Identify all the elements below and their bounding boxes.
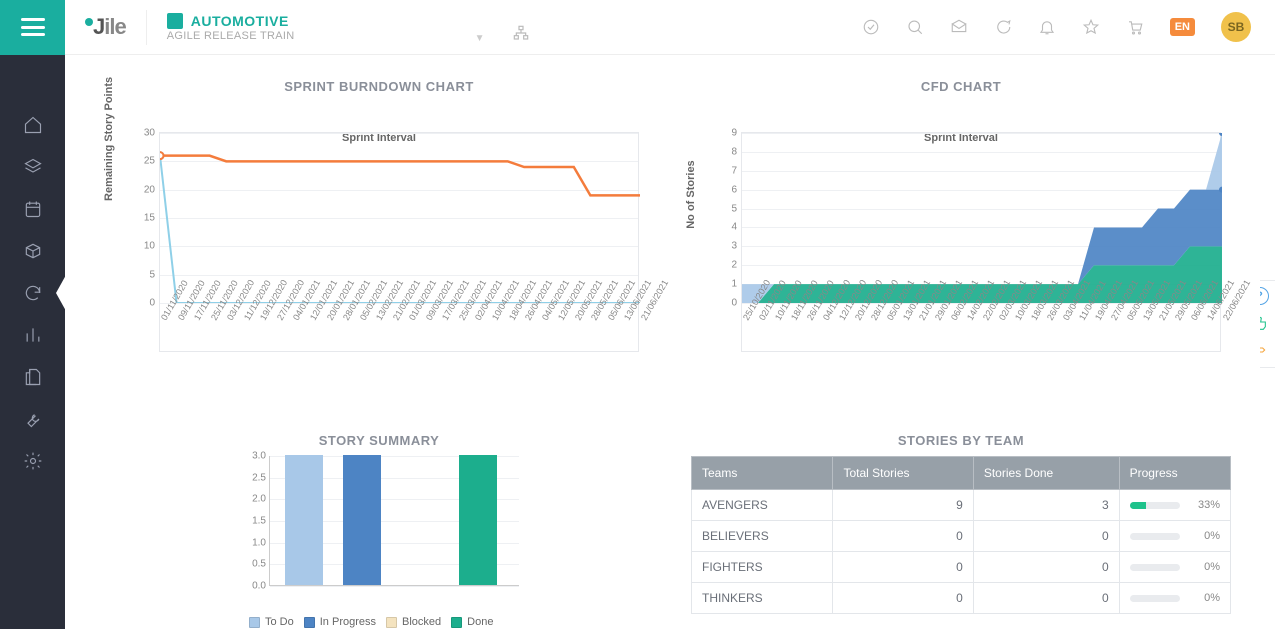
burndown-chart: Remaining Story Points 051015202530 01/1… <box>119 132 639 382</box>
bell-icon[interactable] <box>1038 18 1056 36</box>
search-icon[interactable] <box>906 18 924 36</box>
cfd-card: CFD CHART No of Stories 0123456789 25/10… <box>672 65 1250 415</box>
story-summary-title: STORY SUMMARY <box>90 433 668 448</box>
left-sidebar <box>0 55 65 629</box>
app-logo[interactable]: Jile <box>85 14 126 40</box>
wrench-icon[interactable] <box>23 409 43 429</box>
table-header: Total Stories <box>833 457 973 490</box>
language-badge[interactable]: EN <box>1170 18 1195 36</box>
topbar: Jile AUTOMOTIVE AGILE RELEASE TRAIN ▼ EN… <box>0 0 1275 55</box>
story-summary-card: STORY SUMMARY 0.00.51.01.52.02.53.0 To D… <box>90 419 668 629</box>
divider <box>146 10 147 45</box>
logo-text: Jile <box>93 14 126 40</box>
files-icon[interactable] <box>23 367 43 387</box>
stories-by-team-title: STORIES BY TEAM <box>672 433 1250 448</box>
table-header: Stories Done <box>973 457 1119 490</box>
burndown-card: SPRINT BURNDOWN CHART Remaining Story Po… <box>90 65 668 415</box>
hamburger-icon <box>21 18 45 36</box>
home-icon[interactable] <box>23 115 43 135</box>
chat-icon[interactable] <box>994 18 1012 36</box>
chevron-down-icon[interactable]: ▼ <box>475 33 485 44</box>
burndown-title: SPRINT BURNDOWN CHART <box>90 79 668 94</box>
project-subtitle: AGILE RELEASE TRAIN <box>167 30 295 42</box>
layers-icon[interactable] <box>23 157 43 177</box>
stories-by-team-card: STORIES BY TEAM TeamsTotal StoriesStorie… <box>672 419 1250 629</box>
star-icon[interactable] <box>1082 18 1100 36</box>
table-row[interactable]: BELIEVERS000% <box>692 521 1231 552</box>
user-avatar[interactable]: SB <box>1221 12 1251 42</box>
hamburger-menu[interactable] <box>0 0 65 55</box>
dashboard-content: SPRINT BURNDOWN CHART Remaining Story Po… <box>80 55 1260 629</box>
cfd-title: CFD CHART <box>672 79 1250 94</box>
story-summary-chart: 0.00.51.01.52.02.53.0 <box>239 456 519 606</box>
burndown-ylabel: Remaining Story Points <box>103 77 115 201</box>
story-summary-legend: To DoIn ProgressBlockedDone <box>249 616 509 628</box>
project-name: AUTOMOTIVE <box>191 13 289 29</box>
cfd-chart: No of Stories 0123456789 25/10/202002/11… <box>701 132 1221 382</box>
cfd-ylabel: No of Stories <box>685 160 697 228</box>
check-circle-icon[interactable] <box>862 18 880 36</box>
project-selector[interactable]: AUTOMOTIVE AGILE RELEASE TRAIN ▼ <box>167 13 295 42</box>
project-icon <box>167 13 183 29</box>
table-row[interactable]: AVENGERS9333% <box>692 490 1231 521</box>
table-row[interactable]: FIGHTERS000% <box>692 552 1231 583</box>
cart-icon[interactable] <box>1126 18 1144 36</box>
bar-chart-icon[interactable] <box>23 325 43 345</box>
refresh-icon[interactable] <box>23 283 43 303</box>
table-row[interactable]: THINKERS000% <box>692 583 1231 614</box>
box-icon[interactable] <box>23 241 43 261</box>
calendar-icon[interactable] <box>23 199 43 219</box>
team-table: TeamsTotal StoriesStories DoneProgress A… <box>691 456 1231 614</box>
table-header: Teams <box>692 457 833 490</box>
table-header: Progress <box>1119 457 1230 490</box>
hierarchy-icon[interactable] <box>513 25 529 46</box>
logo-dot-icon <box>85 18 93 26</box>
gear-icon[interactable] <box>23 451 43 471</box>
mail-icon[interactable] <box>950 18 968 36</box>
topbar-actions: EN SB <box>862 12 1275 42</box>
